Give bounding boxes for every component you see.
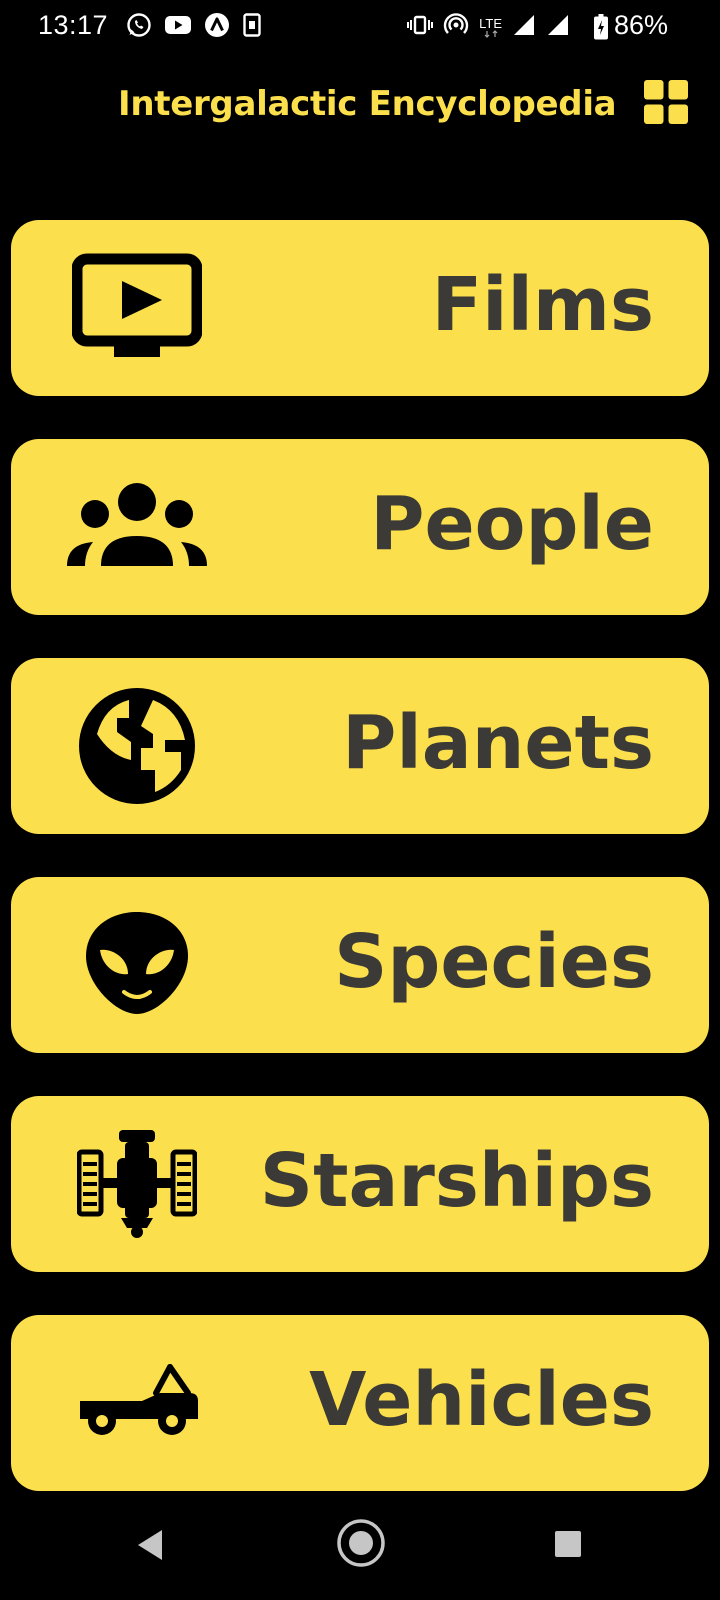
hotspot-icon [443,12,469,42]
category-menu: Films People Planets Species Starships V… [11,220,709,1534]
alien-icon [67,905,207,1025]
people-group-icon [67,467,207,587]
menu-item-planets[interactable]: Planets [11,658,709,834]
app-bar: Intergalactic Encyclopedia [0,58,720,158]
menu-item-label: Planets [342,700,654,786]
signal-icon [546,13,570,41]
menu-item-starships[interactable]: Starships [11,1096,709,1272]
home-button[interactable] [336,1518,386,1572]
status-bar: 13:17 LTE 86% [0,0,720,58]
buggy-icon [67,1343,207,1463]
space-station-icon [67,1124,207,1244]
system-icons: LTE [407,12,570,42]
signal-icon [512,13,536,41]
menu-item-vehicles[interactable]: Vehicles [11,1315,709,1491]
system-nav-bar [0,1500,720,1600]
notification-icons [126,12,262,38]
back-icon [138,1530,162,1560]
menu-item-label: Films [431,262,654,348]
grid-view-icon [644,80,688,124]
battery-icon [594,14,610,44]
status-time: 13:17 [38,10,109,40]
menu-item-label: Vehicles [309,1357,654,1443]
menu-item-label: Starships [259,1138,654,1224]
menu-item-people[interactable]: People [11,439,709,615]
globe-icon [67,686,207,806]
home-icon [337,1519,385,1567]
app-icon [204,12,230,38]
app-title: Intergalactic Encyclopedia [118,84,617,124]
grid-view-button[interactable] [644,80,688,124]
back-button[interactable] [136,1528,166,1566]
tv-play-icon [67,248,207,368]
whatsapp-icon [126,12,152,38]
vibrate-icon [407,14,434,40]
battery-percentage: 86% [614,10,669,40]
network-type: LTE [479,15,502,31]
recent-apps-icon [555,1531,581,1557]
recent-apps-button[interactable] [554,1530,582,1562]
menu-item-label: People [370,481,654,567]
menu-item-label: Species [334,919,654,1005]
menu-item-films[interactable]: Films [11,220,709,396]
lte-icon: LTE [479,17,502,38]
menu-item-species[interactable]: Species [11,877,709,1053]
sim-icon [242,13,262,37]
youtube-icon [164,14,192,36]
